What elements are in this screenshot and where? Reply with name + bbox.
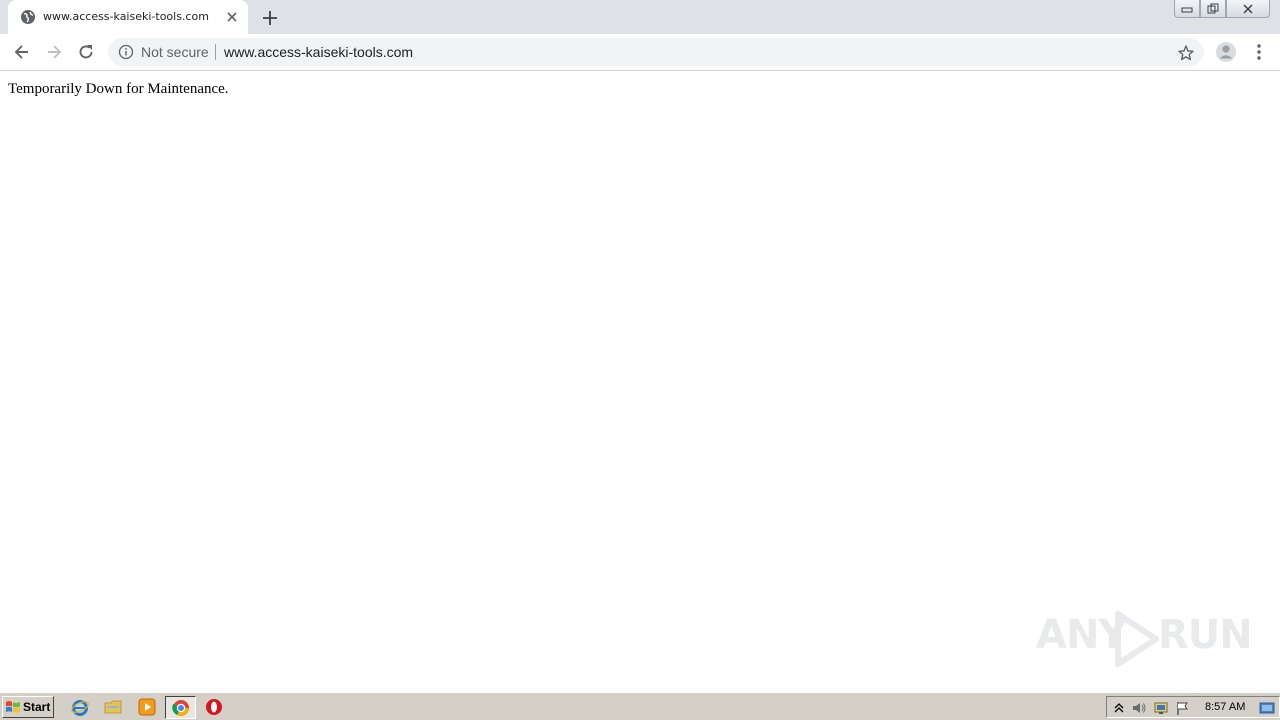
windows-flag-icon: [6, 701, 20, 713]
clock[interactable]: 8:57 AM: [1205, 701, 1245, 713]
system-tray: 8:57 AM: [1106, 696, 1280, 718]
maintenance-message: Temporarily Down for Maintenance.: [8, 81, 229, 97]
tab-strip: www.access-kaiseki-tools.com: [0, 0, 1280, 34]
volume-icon[interactable]: [1131, 700, 1147, 716]
show-hidden-icons-icon[interactable]: [1111, 700, 1127, 716]
file-explorer-icon[interactable]: [103, 697, 123, 717]
close-tab-icon[interactable]: [224, 9, 240, 25]
taskbar: Start 8:57 AM: [0, 692, 1280, 720]
close-window-button[interactable]: [1226, 0, 1270, 18]
url-text[interactable]: www.access-kaiseki-tools.com: [224, 44, 413, 60]
action-center-flag-icon[interactable]: [1175, 700, 1191, 716]
forward-arrow-icon[interactable]: [44, 42, 64, 62]
reload-icon[interactable]: [76, 42, 96, 62]
minimize-icon: [1181, 7, 1193, 12]
opera-icon[interactable]: [204, 697, 224, 717]
info-icon[interactable]: [118, 44, 134, 60]
chrome-taskbar-button[interactable]: [165, 696, 196, 719]
network-icon[interactable]: [1153, 700, 1169, 716]
show-desktop-icon[interactable]: [1259, 700, 1275, 716]
address-bar[interactable]: Not secure www.access-kaiseki-tools.com: [108, 38, 1204, 66]
close-window-icon: [1243, 3, 1253, 14]
bookmark-star-icon[interactable]: [1177, 44, 1195, 62]
restore-button[interactable]: [1200, 0, 1226, 18]
internet-explorer-icon[interactable]: [70, 697, 90, 717]
restore-icon: [1207, 3, 1219, 13]
page-content: Temporarily Down for Maintenance. ANY RU…: [0, 72, 1280, 692]
globe-icon: [21, 10, 35, 24]
security-label[interactable]: Not secure: [141, 44, 209, 60]
menu-kebab-icon[interactable]: [1249, 42, 1269, 62]
new-tab-icon[interactable]: [260, 8, 280, 28]
tab-title: www.access-kaiseki-tools.com: [43, 10, 209, 23]
media-player-icon[interactable]: [137, 697, 157, 717]
browser-tab[interactable]: www.access-kaiseki-tools.com: [8, 0, 248, 34]
start-label: Start: [23, 700, 51, 714]
chrome-icon: [172, 700, 189, 716]
back-arrow-icon[interactable]: [12, 42, 32, 62]
omnibox-separator: [215, 44, 216, 60]
watermark-text-right: RUN: [1158, 612, 1253, 658]
minimize-button[interactable]: [1174, 0, 1200, 18]
play-logo-icon: [1115, 611, 1159, 667]
window-controls: [1174, 0, 1270, 20]
start-button[interactable]: Start: [2, 696, 54, 718]
profile-avatar-icon[interactable]: [1214, 40, 1238, 64]
anyrun-watermark: ANY RUN: [1036, 606, 1253, 670]
browser-toolbar: Not secure www.access-kaiseki-tools.com: [0, 34, 1280, 71]
